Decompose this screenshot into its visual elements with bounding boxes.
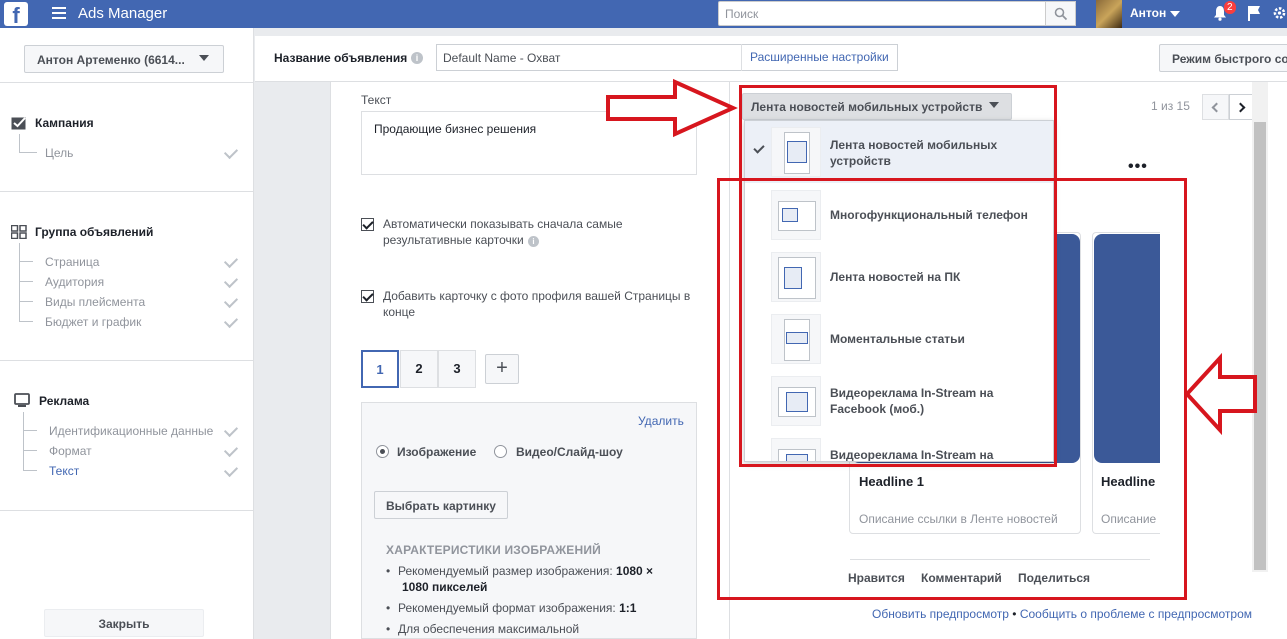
tree-branch (23, 450, 37, 451)
image-specs-title: ХАРАКТЕРИСТИКИ ИЗОБРАЖЕНИЙ (386, 543, 602, 557)
annotation-arrow-left-icon (1184, 352, 1257, 436)
auto-show-label-line1: Автоматически показывать сначала самые (383, 217, 623, 231)
search-input[interactable]: Поиск (718, 1, 1046, 26)
checkbox-section-icon (11, 117, 26, 130)
tree-branch (23, 470, 37, 471)
spec-size-cont: 1080 пикселей (402, 580, 488, 594)
divider (0, 82, 254, 83)
tree-branch (19, 152, 37, 153)
choose-image-button[interactable]: Выбрать картинку (374, 491, 508, 519)
sidebar-item-format[interactable]: Формат (49, 444, 92, 458)
divider (0, 360, 254, 361)
tree-branch (19, 261, 33, 262)
text-field-label: Текст (361, 93, 392, 107)
media-image-radio[interactable] (376, 445, 389, 458)
info-icon[interactable]: i (528, 236, 539, 247)
auto-show-label-line2: результативные карточки (383, 233, 524, 247)
sidebar-item-identity[interactable]: Идентификационные данные (49, 424, 213, 438)
gear-icon[interactable] (1272, 4, 1287, 22)
avatar[interactable] (1096, 0, 1122, 28)
sidebar-item-budget[interactable]: Бюджет и график (45, 315, 141, 329)
grid-section-icon (11, 225, 27, 239)
tree-line (19, 134, 20, 152)
hamburger-menu-icon[interactable] (52, 7, 66, 19)
notification-badge: 2 (1224, 1, 1236, 14)
chevron-left-icon (1211, 102, 1222, 113)
media-video-radio[interactable] (494, 445, 507, 458)
add-profile-card-label-line2: конце (383, 305, 416, 319)
section-ad[interactable]: Реклама (39, 394, 89, 408)
spec-quality: Для обеспечения максимальной (398, 622, 580, 636)
spec-bullet: • (386, 601, 391, 615)
card-tab-1[interactable]: 1 (361, 350, 399, 388)
refresh-preview-link[interactable]: Обновить предпросмотр (872, 607, 1009, 621)
prev-preview-button[interactable] (1202, 94, 1229, 120)
scrollbar-thumb[interactable] (1254, 122, 1266, 570)
tree-branch (19, 301, 33, 302)
spec-bullet: • (386, 564, 391, 578)
search-icon (1054, 7, 1068, 21)
spec-bullet: • (386, 622, 391, 636)
spec-ratio: Рекомендуемый формат изображения: 1:1 (398, 601, 637, 615)
sidebar-item-page[interactable]: Страница (45, 255, 99, 269)
divider (0, 191, 254, 192)
chevron-right-icon (1235, 102, 1246, 113)
sidebar-item-audience[interactable]: Аудитория (45, 275, 104, 289)
close-button[interactable]: Закрыть (44, 609, 204, 637)
top-bar (0, 0, 1287, 28)
divider (0, 510, 254, 511)
report-problem-link[interactable]: Сообщить о проблеме с предпросмотром (1020, 607, 1252, 621)
flag-icon[interactable] (1247, 5, 1261, 21)
advanced-settings-link[interactable]: Расширенные настройки (741, 44, 897, 71)
info-icon[interactable]: i (411, 52, 423, 64)
account-selector[interactable]: Антон Артеменко (6614... (24, 45, 224, 73)
search-button[interactable] (1046, 1, 1076, 26)
tree-branch (19, 281, 33, 282)
add-card-button[interactable]: + (485, 354, 519, 384)
facebook-logo-icon[interactable]: f (4, 2, 28, 26)
preview-footer: Обновить предпросмотр • Сообщить о пробл… (872, 607, 1252, 621)
delete-card-link[interactable]: Удалить (638, 414, 684, 428)
card-tab-2[interactable]: 2 (400, 350, 438, 388)
add-profile-card-checkbox[interactable] (361, 290, 374, 303)
sidebar-item-goal[interactable]: Цель (45, 146, 73, 160)
ad-name-label: Название объявления (274, 51, 408, 65)
annotation-arrow-right-icon (606, 78, 738, 138)
chevron-down-icon[interactable] (199, 55, 209, 61)
tree-line (19, 243, 20, 321)
auto-show-checkbox[interactable] (361, 218, 374, 231)
add-profile-card-label-line1: Добавить карточку с фото профиля вашей С… (383, 289, 691, 303)
preview-page-counter: 1 из 15 (1151, 99, 1190, 113)
tree-line (23, 412, 24, 470)
spec-size: Рекомендуемый размер изображения: 1080 × (398, 564, 654, 578)
media-image-label[interactable]: Изображение (397, 445, 476, 459)
section-adset[interactable]: Группа объявлений (35, 225, 153, 239)
chevron-down-icon[interactable] (1170, 11, 1180, 17)
section-campaign[interactable]: Кампания (35, 116, 94, 130)
card-tab-3[interactable]: 3 (438, 350, 476, 388)
quick-mode-button[interactable]: Режим быстрого со (1159, 44, 1287, 72)
more-options-icon[interactable]: ••• (1128, 158, 1148, 176)
tree-branch (23, 430, 37, 431)
app-title: Ads Manager (78, 5, 168, 22)
user-name[interactable]: Антон (1130, 6, 1166, 20)
sidebar-item-placements[interactable]: Виды плейсмента (45, 295, 145, 309)
annotation-box-options (717, 178, 1187, 600)
media-video-label[interactable]: Видео/Слайд-шоу (516, 445, 623, 459)
monitor-section-icon (14, 393, 30, 407)
sidebar-item-text[interactable]: Текст (49, 464, 79, 478)
footer-separator: • (1008, 607, 1020, 621)
tree-branch (19, 321, 33, 322)
